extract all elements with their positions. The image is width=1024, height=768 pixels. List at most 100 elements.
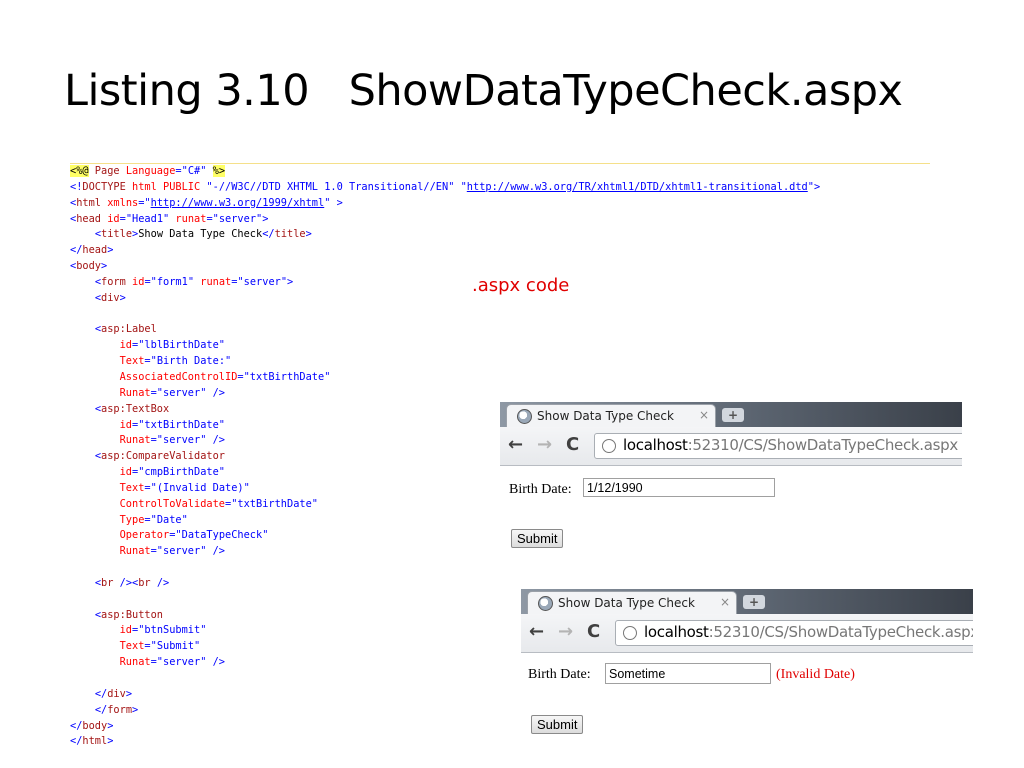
page-info-icon[interactable]	[602, 439, 616, 453]
birth-date-input[interactable]: 1/12/1990	[583, 478, 775, 497]
code-token: body	[76, 260, 102, 273]
code-token: Type	[119, 513, 145, 526]
forward-arrow-icon[interactable]: →	[558, 621, 573, 642]
address-url: localhost:52310/CS/ShowDataTypeCheck.asp…	[644, 623, 973, 641]
validation-error-text: (Invalid Date)	[776, 667, 855, 682]
code-token: asp:Label	[101, 323, 157, 336]
code-line: <head id="Head1" runat="server">	[70, 212, 930, 228]
back-arrow-icon[interactable]: ←	[529, 621, 544, 642]
back-arrow-icon[interactable]: ←	[508, 434, 523, 455]
code-token: ="server" />	[150, 545, 226, 558]
code-token: Language	[125, 165, 176, 177]
reload-icon[interactable]: C	[566, 434, 579, 455]
code-line: Runat="server" />	[70, 386, 930, 402]
code-token: Text	[119, 481, 145, 494]
browser-tab[interactable]: Show Data Type Check ×	[506, 404, 716, 428]
code-token: ="server">	[206, 212, 269, 225]
code-token: >	[101, 260, 108, 273]
code-token: </	[70, 735, 83, 748]
code-token: ">	[807, 180, 821, 193]
url-host: localhost	[623, 436, 688, 454]
code-token: html	[76, 196, 102, 209]
code-token: </	[70, 719, 83, 732]
code-token: html	[82, 735, 108, 748]
code-token: >	[107, 735, 114, 748]
code-token: ="Birth Date:"	[144, 355, 232, 368]
code-token: ="form1"	[144, 275, 195, 288]
code-token: ="Submit"	[144, 640, 201, 653]
birth-date-input[interactable]: Sometime	[605, 663, 771, 684]
code-token: http://www.w3.org/TR/xhtml1/DTD/xhtml1-t…	[466, 180, 808, 193]
reload-icon[interactable]: C	[587, 621, 600, 642]
code-token: %>	[212, 165, 226, 177]
code-token: asp:TextBox	[101, 402, 170, 415]
page-info-icon[interactable]	[623, 626, 637, 640]
code-token: " >	[324, 196, 343, 209]
code-token: br	[138, 576, 151, 589]
code-token: title	[274, 228, 306, 241]
code-token: ="server" />	[150, 386, 226, 399]
page-content: Birth Date: Sometime (Invalid Date) Subm…	[521, 653, 973, 741]
code-token: id	[119, 418, 133, 431]
browser-tab[interactable]: Show Data Type Check ×	[527, 591, 737, 615]
code-token: ="lblBirthDate"	[132, 339, 226, 352]
new-tab-button[interactable]: +	[743, 595, 765, 609]
new-tab-button[interactable]: +	[722, 408, 744, 422]
code-token: >	[107, 719, 114, 732]
code-token: id	[119, 339, 133, 352]
close-tab-icon[interactable]: ×	[699, 408, 709, 422]
code-token: ="server">	[231, 275, 294, 288]
code-token: />	[150, 576, 170, 589]
submit-button[interactable]: Submit	[511, 529, 564, 548]
code-token: DOCTYPE	[82, 180, 126, 193]
code-line: <!DOCTYPE html PUBLIC "-//W3C//DTD XHTML…	[70, 180, 930, 196]
forward-arrow-icon[interactable]: →	[537, 434, 552, 455]
address-bar[interactable]: localhost:52310/CS/ShowDataTypeCheck.asp…	[594, 433, 962, 459]
code-token: head	[82, 244, 108, 257]
code-token: <%@	[70, 165, 89, 177]
globe-icon	[517, 409, 532, 424]
code-token: id	[125, 275, 145, 288]
code-line: </head>	[70, 243, 930, 259]
submit-button[interactable]: Submit	[531, 715, 584, 734]
code-token: runat	[169, 212, 207, 225]
code-token: ="Head1"	[119, 212, 170, 225]
code-token: asp:CompareValidator	[101, 450, 226, 463]
code-token: Runat	[119, 386, 151, 399]
code-token: >	[132, 703, 139, 716]
page-content: Birth Date: 1/12/1990 Submit	[500, 466, 962, 554]
address-bar[interactable]: localhost:52310/CS/ShowDataTypeCheck.asp…	[615, 620, 973, 646]
code-token: Runat	[119, 656, 151, 669]
close-tab-icon[interactable]: ×	[720, 595, 730, 609]
browser-window-valid: Show Data Type Check × + ← → C localhost…	[500, 402, 962, 554]
address-url: localhost:52310/CS/ShowDataTypeCheck.asp…	[623, 436, 958, 454]
code-token: >	[107, 244, 114, 257]
code-token: <!	[70, 180, 83, 193]
browser-window-invalid: Show Data Type Check × + ← → C localhost…	[521, 589, 973, 741]
code-token: >	[125, 687, 133, 700]
code-token: body	[82, 719, 108, 732]
code-token: ="txtBirthDate"	[132, 418, 226, 431]
browser-toolbar: ← → C localhost:52310/CS/ShowDataTypeChe…	[521, 614, 973, 653]
tab-title: Show Data Type Check	[558, 596, 695, 610]
code-token: ="	[138, 196, 151, 209]
code-token: http://www.w3.org/1999/xhtml	[150, 196, 325, 209]
birth-date-label: Birth Date:	[528, 667, 591, 682]
